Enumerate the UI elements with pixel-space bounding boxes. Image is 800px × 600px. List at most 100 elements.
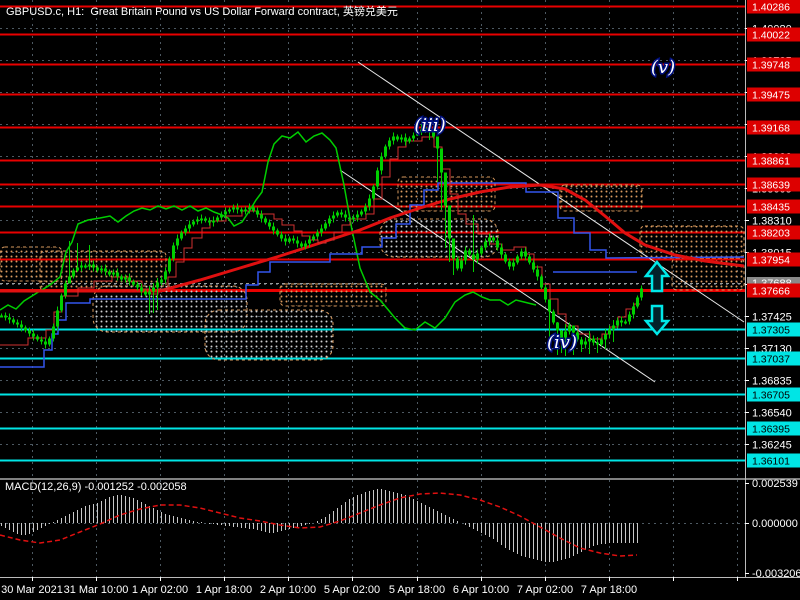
wave-annotation[interactable]: (v) (649, 56, 676, 80)
candle-body (268, 222, 271, 227)
candle-body (224, 211, 227, 215)
candle-body (104, 268, 107, 272)
candle-body (500, 247, 503, 255)
candle-body (596, 342, 599, 345)
red-level-label-text: 1.39475 (752, 90, 790, 102)
candle-body (476, 253, 479, 260)
time-label: 6 Apr 10:00 (453, 584, 509, 596)
chart-canvas[interactable]: 1.400801.397851.394901.391951.389001.386… (0, 0, 800, 600)
candle-body (464, 250, 467, 261)
candle-body (152, 287, 155, 292)
candle-body (128, 277, 131, 282)
candle-body (468, 250, 471, 255)
red-level-label: 1.39475 (747, 87, 800, 102)
candle-body (628, 314, 631, 322)
candle-body (308, 239, 311, 244)
red-level-label: 1.38861 (747, 153, 800, 168)
candle-body (612, 325, 615, 330)
candle-body (68, 276, 71, 284)
time-label: 2 Apr 10:00 (260, 584, 316, 596)
candle-body (540, 276, 543, 288)
red-level-label: 1.37666 (747, 283, 800, 298)
candle-body (532, 262, 535, 270)
red-level-label-text: 1.40022 (752, 30, 790, 42)
candle-body (440, 148, 443, 173)
candle-body (444, 172, 447, 206)
candle-body (324, 223, 327, 229)
candle-body (328, 218, 331, 224)
red-level-label: 1.39748 (747, 57, 800, 72)
red-level-label: 1.40022 (747, 27, 800, 42)
price-scale-label: 1.37425 (752, 312, 792, 324)
candle-body (528, 256, 531, 263)
candle-body (636, 297, 639, 307)
wave-annotation[interactable]: (iii) (413, 114, 447, 138)
candle-body (116, 272, 119, 277)
candle-body (344, 214, 347, 218)
red-level-label-text: 1.38435 (752, 202, 790, 214)
panel-separator[interactable] (0, 478, 800, 480)
candle-body (316, 232, 319, 237)
cyan-level-label: 1.36395 (747, 421, 800, 436)
cloud-region (559, 184, 643, 212)
candle-body (108, 271, 111, 275)
time-label: 1 Apr 18:00 (196, 584, 252, 596)
candle-body (480, 247, 483, 254)
candle-body (48, 338, 51, 345)
candle-body (304, 243, 307, 247)
candle-body (364, 206, 367, 212)
price-scale-label: 1.36540 (752, 408, 792, 420)
red-level-label: 1.38435 (747, 199, 800, 214)
candle-body (256, 210, 259, 215)
candle-body (36, 336, 39, 340)
candle-body (240, 209, 243, 212)
candle-body (208, 220, 211, 223)
candle-body (184, 228, 187, 233)
candle-body (20, 324, 23, 328)
cyan-level-label-text: 1.36101 (752, 456, 790, 468)
candle-body (252, 207, 255, 211)
candle-body (272, 226, 275, 231)
candle-body (456, 258, 459, 269)
candle-body (120, 276, 123, 280)
red-level-label-text: 1.39748 (752, 60, 790, 72)
macd-scale-label: -0.003206 (752, 568, 800, 580)
time-label: 31 Mar 10:00 (64, 584, 129, 596)
candle-body (604, 334, 607, 340)
candle-body (44, 341, 47, 345)
red-level-label: 1.37954 (747, 252, 800, 267)
cyan-level-label-text: 1.36705 (752, 390, 790, 402)
candle-body (236, 207, 239, 210)
red-level-label-text: 1.38639 (752, 180, 790, 192)
candle-body (552, 311, 555, 323)
wave-annotation[interactable]: (iv) (546, 331, 579, 355)
red-level-label: 1.38639 (747, 177, 800, 192)
candle-body (8, 317, 11, 320)
macd-indicator-label: MACD(12,26,9) -0.001252 -0.002058 (5, 481, 187, 493)
candle-body (368, 198, 371, 207)
candle-body (392, 136, 395, 141)
candle-body (384, 146, 387, 157)
red-level-label-text: 1.37954 (752, 255, 790, 267)
candle-body (228, 209, 231, 212)
candle-body (124, 277, 127, 280)
candle-body (160, 279, 163, 283)
candle-body (348, 217, 351, 220)
candle-body (600, 339, 603, 345)
cyan-level-label-text: 1.37037 (752, 354, 790, 366)
candle-body (216, 217, 219, 221)
candle-body (204, 218, 207, 221)
cloud-region (279, 283, 387, 307)
candle-body (132, 281, 135, 285)
candle-body (608, 329, 611, 335)
candle-body (0, 315, 3, 318)
candle-body (400, 137, 403, 140)
time-label: 7 Apr 02:00 (517, 584, 573, 596)
candle-body (544, 287, 547, 300)
candle-body (144, 291, 147, 295)
candle-body (588, 338, 591, 342)
red-level-label: 1.40286 (747, 0, 800, 14)
candle-body (92, 264, 95, 268)
candle-body (200, 218, 203, 221)
candle-body (352, 217, 355, 220)
